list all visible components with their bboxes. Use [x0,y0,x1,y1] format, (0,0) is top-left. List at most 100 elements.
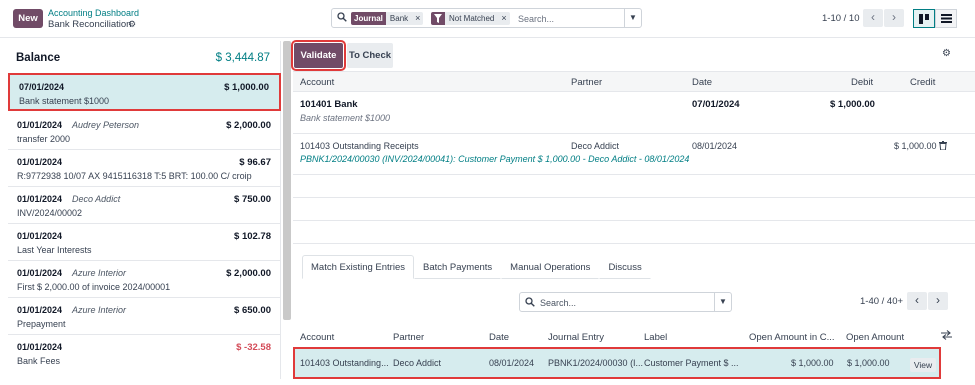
reconciliation-panel: Validate To Check ⚙ Account Partner Date… [291,40,975,385]
pager-next-button[interactable]: › [928,292,948,310]
matched-line-row[interactable]: 101403 Outstanding Receipts Deco Addict … [293,134,975,175]
line-date: 01/01/2024 [17,157,63,167]
statement-line[interactable]: 07/01/2024 $ 1,000.00 Bank statement $10… [8,73,281,111]
column-header-date: Date [489,332,510,343]
to-check-button[interactable]: To Check [347,43,393,68]
column-header-open-amount-currency: Open Amount in C... [749,332,835,343]
line-date: 07/01/2024 [19,82,65,92]
row-partner: Deco Addict [571,141,620,151]
entries-pager-value[interactable]: 1-40 / 40+ [860,296,903,307]
tab-match-existing-entries[interactable]: Match Existing Entries [302,255,414,279]
row-account: 101403 Outstanding Receipts [300,141,419,151]
filter-icon [431,12,445,25]
line-partner: Deco Addict [72,194,121,204]
new-button[interactable]: New [13,9,43,28]
line-amount: $ 2,000.00 [226,268,271,279]
statement-line[interactable]: 01/01/2024 Deco Addict $ 750.00 INV/2024… [8,187,281,224]
column-header-credit: Credit [910,77,936,88]
column-header-partner: Partner [571,77,603,88]
scrollbar[interactable] [283,41,291,320]
statement-line[interactable]: 01/01/2024 $ 96.67 R:9772938 10/07 AX 94… [8,150,281,187]
line-label: First $ 2,000.00 of invoice 2024/00001 [17,282,171,292]
gear-icon[interactable]: ⚙ [942,48,951,59]
line-amount: $ 650.00 [234,305,271,316]
statement-line[interactable]: 01/01/2024 Audrey Peterson $ 2,000.00 tr… [8,113,281,150]
close-icon[interactable]: × [412,12,424,25]
statement-line[interactable]: 01/01/2024 $ 102.78 Last Year Interests [8,224,281,261]
line-date: 01/01/2024 [17,268,63,278]
row-label: Bank statement $1000 [300,113,391,123]
list-icon [940,14,952,23]
empty-row [293,198,975,221]
pager-previous-button[interactable]: ‹ [863,9,883,27]
statement-line-row[interactable]: 101401 Bank Bank statement $1000 07/01/2… [293,92,975,134]
row-date: 08/01/2024 [692,141,738,151]
line-label: Last Year Interests [17,245,92,255]
validate-button[interactable]: Validate [291,40,346,71]
column-header-open-amount: Open Amount [846,332,905,343]
tab-manual-operations[interactable]: Manual Operations [501,255,600,279]
line-amount: $ 102.78 [234,231,271,242]
column-header-debit: Debit [851,77,874,88]
line-partner: Audrey Peterson [72,120,140,130]
line-label: INV/2024/00002 [17,208,83,218]
chevron-down-icon[interactable]: ▼ [624,9,641,27]
line-date: 01/01/2024 [17,342,63,352]
cell-open-amount-currency: $ 1,000.00 [791,358,834,368]
chevron-down-icon[interactable]: ▼ [714,293,731,311]
line-partner: Azure Interior [72,305,127,315]
pager-value[interactable]: 1-10 / 10 [822,13,860,24]
facet-label: Journal [351,12,386,25]
pager-next-button[interactable]: › [884,9,904,27]
statement-lines-panel: Balance $ 3,444.87 07/01/2024 $ 1,000.00… [8,41,281,379]
search-icon[interactable] [337,12,347,22]
facet-value: Not Matched [445,12,499,25]
line-date: 01/01/2024 [17,120,63,130]
line-amount: $ 96.67 [239,157,271,168]
empty-row [293,175,975,198]
optional-columns-icon[interactable] [941,330,952,343]
breadcrumb-parent-link[interactable]: Accounting Dashboard [48,8,139,18]
entries-search-bar: ▼ [519,292,732,312]
row-description: PBNK1/2024/00030 (INV/2024/00041): Custo… [300,154,690,164]
line-partner: Azure Interior [72,268,127,278]
line-label: Bank statement $1000 [19,96,110,106]
close-icon[interactable]: × [498,12,510,25]
line-date: 01/01/2024 [17,231,63,241]
cell-partner: Deco Addict [393,358,442,368]
cell-account: 101403 Outstanding... [300,358,389,368]
line-date: 01/01/2024 [17,194,63,204]
search-facet-filter: Not Matched × [431,12,510,25]
statement-line[interactable]: 01/01/2024 $ -32.58 Bank Fees [8,335,281,372]
search-icon[interactable] [525,297,535,307]
line-amount: $ 1,000.00 [224,82,269,93]
column-header-date: Date [692,77,713,88]
statement-line[interactable]: 01/01/2024 Azure Interior $ 650.00 Prepa… [8,298,281,335]
gear-icon[interactable]: ⚙ [128,19,136,30]
empty-row [293,221,975,244]
row-date: 07/01/2024 [692,99,740,110]
view-button[interactable]: View [910,358,936,372]
balance-title: Balance [16,52,61,64]
cell-label: Customer Payment $ ... [644,358,739,368]
list-view-button[interactable] [935,9,957,28]
line-label: R:9772938 10/07 AX 9415116318 T:5 BRT: 1… [17,171,252,181]
entries-table-header: Account Partner Date Journal Entry Label… [293,326,975,347]
line-label: Bank Fees [17,356,61,366]
trash-icon[interactable] [939,141,947,152]
cell-journal-entry: PBNK1/2024/00030 (I... [548,358,644,368]
kanban-view-button[interactable] [913,9,935,28]
tab-discuss[interactable]: Discuss [599,255,651,279]
column-header-partner: Partner [393,332,425,343]
line-amount: $ -32.58 [236,342,271,353]
pager-previous-button[interactable]: ‹ [907,292,927,310]
tab-batch-payments[interactable]: Batch Payments [413,255,502,279]
column-header-label: Label [644,332,668,343]
entries-search-input[interactable] [540,296,700,309]
lines-table-header: Account Partner Date Debit Credit [293,71,975,92]
search-input[interactable] [518,12,618,25]
statement-line[interactable]: 01/01/2024 Azure Interior $ 2,000.00 Fir… [8,261,281,298]
facet-value: Bank [385,12,413,25]
search-bar: Journal Bank × Not Matched × ▼ [331,8,642,28]
table-row[interactable]: 101403 Outstanding... Deco Addict 08/01/… [293,347,941,379]
